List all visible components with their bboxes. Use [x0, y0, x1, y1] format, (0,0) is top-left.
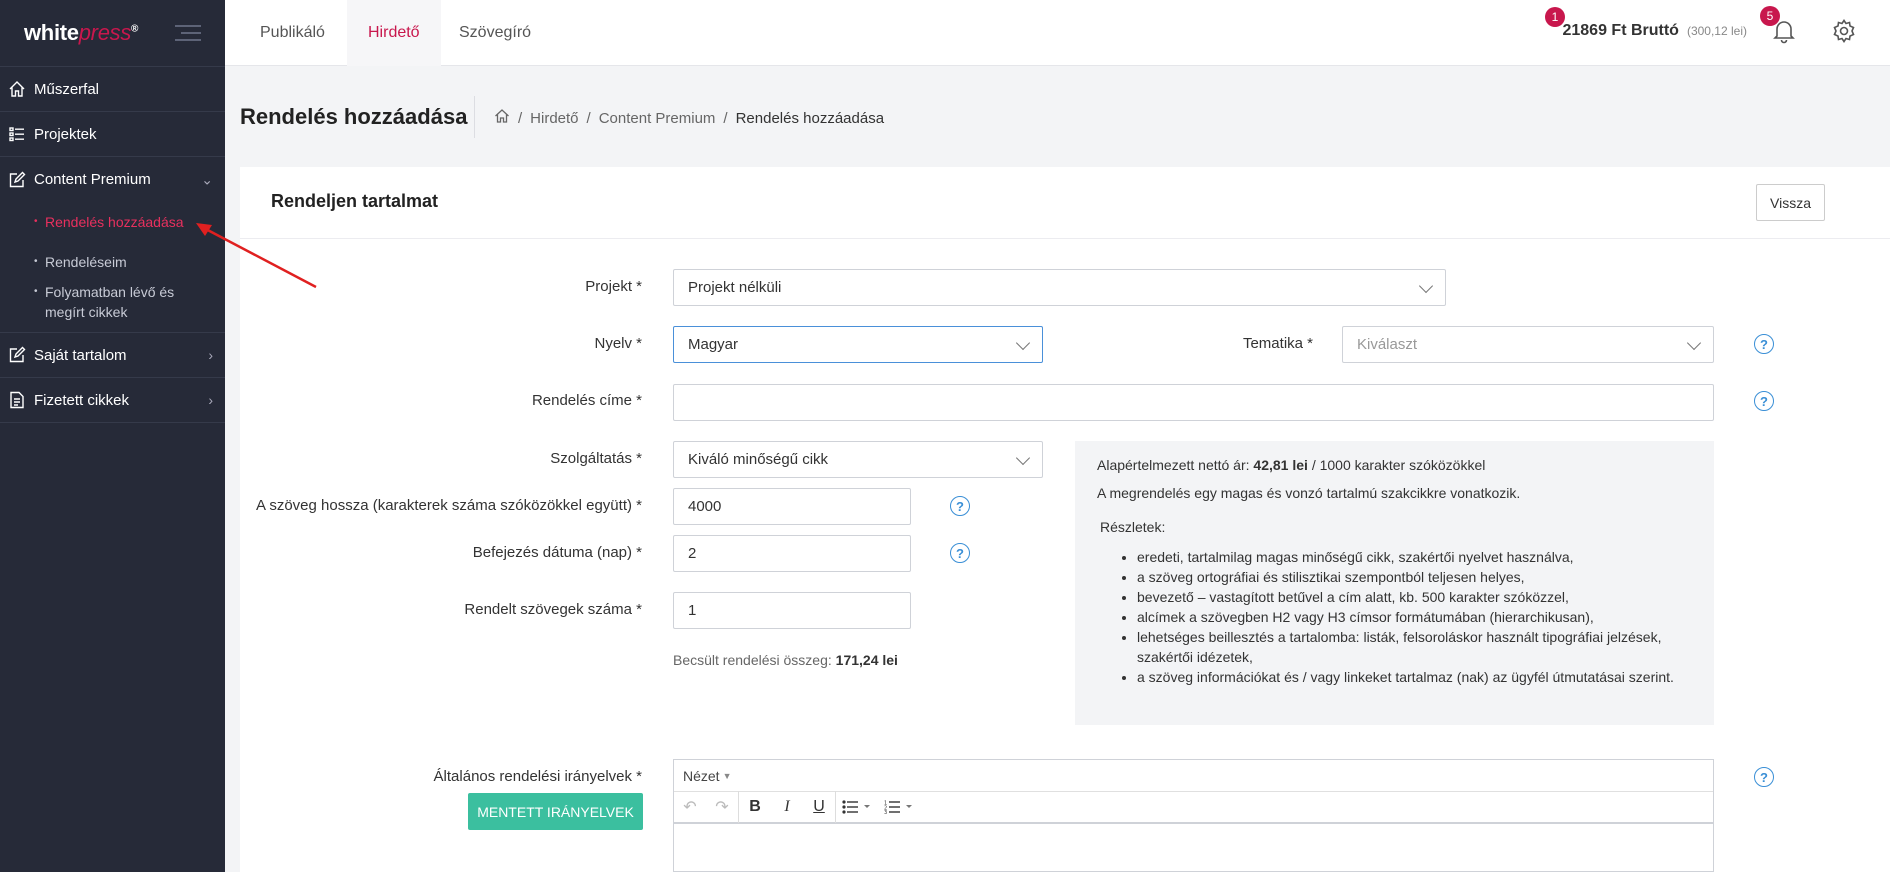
deadline-help-icon[interactable]: ? [950, 543, 970, 563]
language-select[interactable]: Magyar [673, 326, 1043, 363]
count-input[interactable]: 1 [673, 592, 911, 629]
card-title: Rendeljen tartalmat [271, 191, 439, 211]
price-info: Alapértelmezett nettó ár: 42,81 lei / 10… [1097, 457, 1486, 473]
chevron-down-icon [1686, 335, 1702, 351]
editor-view-menu[interactable]: Nézet [683, 768, 720, 784]
length-label: A szöveg hossza (karakterek száma szóköz… [255, 497, 642, 514]
document-icon [8, 391, 26, 409]
notification-badge: 5 [1760, 6, 1780, 26]
svg-text:3: 3 [884, 810, 887, 814]
chevron-down-icon [1418, 278, 1434, 294]
chevron-down-icon: ⌄ [201, 171, 213, 187]
sidebar-item-label: Műszerfal [34, 80, 100, 98]
list-item: a szöveg információkat és / vagy linkeke… [1137, 667, 1692, 687]
order-title-label: Rendelés címe * [531, 392, 642, 409]
guidelines-editor[interactable]: Nézet ▼ ↶ ↷ B I U 123 [673, 759, 1714, 872]
deadline-label: Befejezés dátuma (nap) * [472, 544, 642, 561]
redo-icon[interactable]: ↷ [706, 791, 738, 823]
back-button[interactable]: Vissza [1756, 184, 1825, 221]
details-list: eredeti, tartalmilag magas minőségű cikk… [1097, 547, 1692, 687]
order-title-input[interactable] [673, 384, 1714, 421]
breadcrumb-advertiser[interactable]: Hirdető [530, 110, 578, 127]
breadcrumb-content-premium[interactable]: Content Premium [599, 110, 716, 127]
edit-icon [8, 171, 26, 189]
list-item: alcímek a szövegben H2 vagy H3 címsor fo… [1137, 607, 1692, 627]
breadcrumb: / Hirdető / Content Premium / Rendelés h… [494, 108, 884, 128]
editor-menubar: Nézet ▼ [674, 760, 1713, 792]
breadcrumb-current: Rendelés hozzáadása [735, 109, 885, 127]
list-item: bevezető – vastagított betűvel a cím ala… [1137, 587, 1692, 607]
menu-toggle-icon[interactable] [175, 25, 201, 41]
sidebar-item-label: Fizetett cikkek [34, 391, 130, 409]
project-select[interactable]: Projekt nélküli [673, 269, 1446, 306]
chevron-down-icon [1015, 335, 1031, 351]
submenu-item-in-progress[interactable]: Folyamatban lévő és megírt cikkek [0, 282, 210, 322]
order-title-help-icon[interactable]: ? [1754, 391, 1774, 411]
sidebar-item-label: Projektek [34, 125, 97, 143]
undo-icon[interactable]: ↶ [674, 791, 706, 823]
list-item: lehetséges beillesztés a tartalomba: lis… [1137, 627, 1692, 667]
annotation-arrow [196, 223, 317, 289]
deadline-input[interactable]: 2 [673, 535, 911, 572]
theme-select[interactable]: Kiválaszt [1342, 326, 1714, 363]
numbered-list-icon[interactable]: 123 [878, 791, 920, 823]
estimated-total: Becsült rendelési összeg: 171,24 lei [673, 652, 898, 668]
count-label: Rendelt szövegek száma * [464, 601, 642, 618]
length-help-icon[interactable]: ? [950, 496, 970, 516]
service-description: A megrendelés egy magas és vonzó tartalm… [1097, 485, 1521, 501]
sidebar: whitepress® Műszerfal Projektek Content … [0, 0, 225, 872]
italic-icon[interactable]: I [771, 791, 803, 823]
sidebar-item-projects[interactable]: Projektek [0, 112, 225, 157]
theme-help-icon[interactable]: ? [1754, 334, 1774, 354]
sidebar-item-label: Saját tartalom [34, 346, 127, 364]
project-label: Projekt * [585, 278, 642, 295]
guidelines-help-icon[interactable]: ? [1754, 767, 1774, 787]
topbar: Publikáló Hirdető Szövegíró 1 21869 Ft B… [225, 0, 1890, 66]
theme-label: Tematika * [1242, 335, 1313, 352]
sidebar-item-own-content[interactable]: Saját tartalom › [0, 333, 225, 378]
service-label: Szolgáltatás * [550, 450, 642, 467]
list-icon [8, 125, 26, 143]
sidebar-item-content-premium[interactable]: Content Premium ⌄ [0, 157, 225, 202]
logo[interactable]: whitepress® [24, 20, 138, 46]
account-balance[interactable]: 21869 Ft Bruttó (300,12 lei) [1562, 22, 1747, 40]
card-header: Rendeljen tartalmat Vissza [240, 167, 1890, 239]
gear-icon[interactable] [1831, 18, 1857, 44]
saved-guidelines-button[interactable]: MENTETT IRÁNYELVEK [468, 793, 643, 830]
chevron-right-icon: › [208, 392, 213, 408]
guidelines-label: Általános rendelési irányelvek * [433, 768, 642, 785]
editor-toolbar: ↶ ↷ B I U 123 [674, 791, 1713, 824]
language-label: Nyelv * [594, 335, 642, 352]
underline-icon[interactable]: U [803, 791, 835, 823]
sidebar-item-paid-articles[interactable]: Fizetett cikkek › [0, 378, 225, 423]
header-divider [474, 96, 475, 138]
logo-row: whitepress® [0, 0, 225, 67]
tab-publisher[interactable]: Publikáló [242, 0, 343, 66]
tab-advertiser[interactable]: Hirdető [347, 0, 441, 66]
list-item: eredeti, tartalmilag magas minőségű cikk… [1137, 547, 1692, 567]
service-select[interactable]: Kiváló minőségű cikk [673, 441, 1043, 478]
page-title: Rendelés hozzáadása [240, 104, 468, 129]
bold-icon[interactable]: B [739, 791, 771, 823]
service-info-box: Alapértelmezett nettó ár: 42,81 lei / 10… [1075, 441, 1714, 725]
bullet-list-icon[interactable] [836, 791, 878, 823]
sidebar-item-label: Content Premium [34, 171, 151, 188]
chevron-down-icon [1015, 450, 1031, 466]
home-icon [8, 80, 26, 98]
length-input[interactable]: 4000 [673, 488, 911, 525]
chevron-right-icon: › [208, 347, 213, 363]
tab-copywriter[interactable]: Szövegíró [441, 0, 549, 66]
home-icon[interactable] [494, 108, 510, 128]
edit-icon [8, 346, 26, 364]
caret-down-icon: ▼ [722, 770, 732, 781]
details-title: Részletek: [1100, 519, 1166, 535]
list-item: a szöveg ortográfiai és stilisztikai sze… [1137, 567, 1692, 587]
sidebar-item-dashboard[interactable]: Műszerfal [0, 67, 225, 112]
